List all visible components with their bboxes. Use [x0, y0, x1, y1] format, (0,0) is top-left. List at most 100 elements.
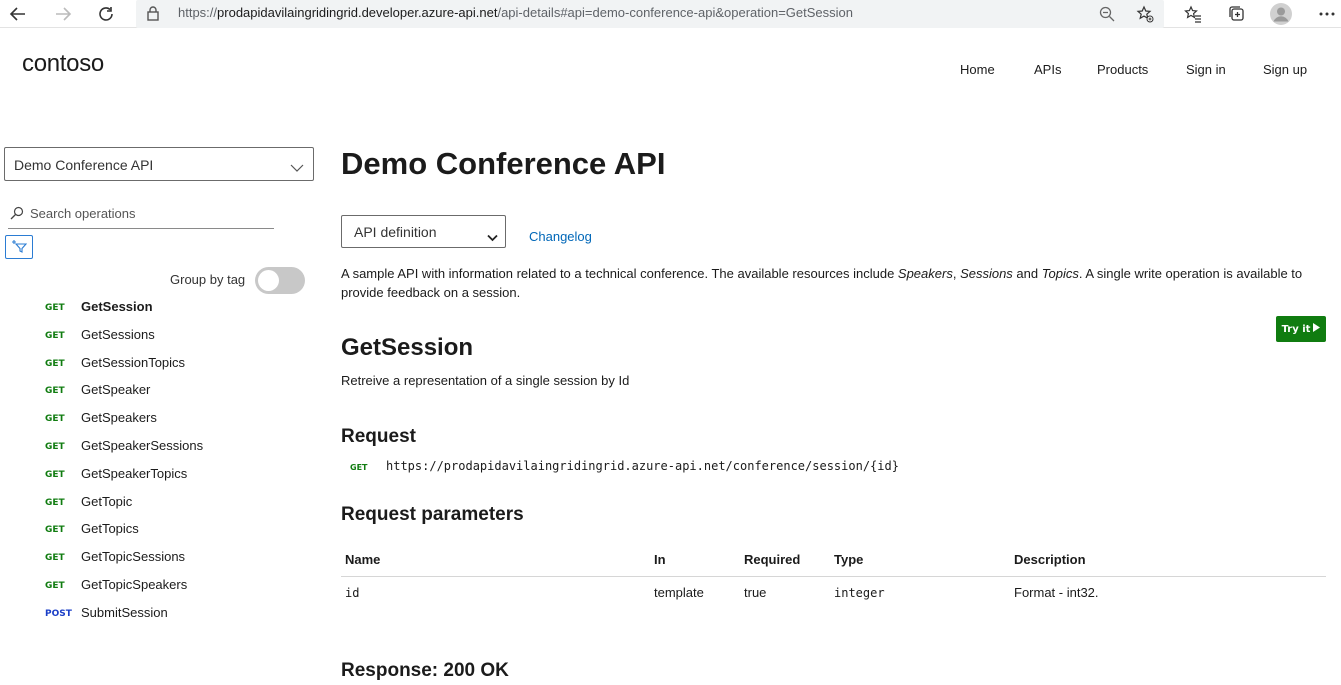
zoom-icon[interactable] [1094, 2, 1120, 26]
add-tag-filter-button[interactable] [5, 235, 33, 259]
changelog-link[interactable]: Changelog [529, 229, 592, 244]
operation-item[interactable]: GET GetSpeakers [0, 404, 320, 432]
operation-item[interactable]: GET GetTopics [0, 515, 320, 543]
request-method-badge: GET [350, 463, 368, 472]
operation-method-badge: GET [45, 330, 65, 341]
operation-method-badge: GET [45, 442, 65, 452]
operation-item[interactable]: POST SubmitSession [0, 599, 320, 627]
lock-icon[interactable] [146, 5, 160, 25]
table-divider [341, 576, 1326, 577]
refresh-icon[interactable] [93, 2, 119, 26]
desc-sep: and [1012, 266, 1042, 281]
search-input[interactable] [30, 203, 270, 223]
desc-text: A sample API with information related to… [341, 266, 898, 281]
response-heading: Response: 200 OK [341, 660, 509, 681]
search-operations [8, 200, 274, 229]
operation-method-badge: GET [45, 525, 65, 536]
nav-home[interactable]: Home [960, 62, 995, 77]
nav-apis[interactable]: APIs [1034, 62, 1061, 77]
chevron-down-icon [487, 227, 498, 246]
more-menu-icon[interactable] [1314, 2, 1340, 26]
operation-item[interactable]: GET GetSessionTopics [0, 349, 320, 377]
address-bar[interactable]: https://prodapidavilaingridingrid.develo… [136, 0, 1164, 28]
operation-item[interactable]: GET GetSpeaker [0, 376, 320, 404]
collections-icon[interactable] [1224, 2, 1250, 26]
nav-sign-up[interactable]: Sign up [1263, 62, 1307, 77]
operation-method-badge: POST [45, 608, 72, 619]
try-it-label: Try it [1281, 323, 1311, 335]
operation-item[interactable]: GET GetSpeakerTopics [0, 460, 320, 488]
url-scheme: https:// [178, 5, 218, 20]
page-title: Demo Conference API [341, 146, 666, 181]
operation-item[interactable]: GET GetTopicSpeakers [0, 571, 320, 599]
group-by-tag-toggle[interactable] [255, 267, 305, 294]
browser-toolbar: https://prodapidavilaingridingrid.develo… [0, 0, 1341, 28]
operation-method-badge: GET [45, 358, 65, 369]
nav-sign-in[interactable]: Sign in [1186, 62, 1226, 77]
site-logo[interactable]: contoso [22, 50, 104, 78]
url-host: prodapidavilaingridingrid.developer.azur… [217, 5, 498, 20]
table-header-description: Description [1014, 552, 1086, 567]
request-heading: Request [341, 426, 416, 447]
param-type: integer [834, 586, 885, 600]
operation-item[interactable]: GET GetSession [0, 293, 320, 321]
play-icon [1313, 323, 1321, 335]
toggle-knob [258, 270, 279, 291]
chevron-down-icon [290, 158, 304, 177]
operation-name: GetSpeaker [81, 382, 151, 398]
forward-icon[interactable] [50, 2, 76, 26]
operation-name: GetSpeakerTopics [81, 465, 188, 481]
param-name: id [345, 586, 360, 600]
operation-name: GetTopicSessions [81, 549, 186, 565]
request-url: https://prodapidavilaingridingrid.azure-… [386, 459, 899, 473]
operation-method-badge: GET [45, 469, 65, 480]
operation-name: GetSessionTopics [81, 354, 186, 370]
desc-sep: , [952, 266, 961, 281]
operation-name: GetSession [81, 299, 153, 314]
operation-description: Retreive a representation of a single se… [341, 373, 630, 388]
url-text[interactable]: https://prodapidavilaingridingrid.develo… [178, 5, 853, 20]
operation-method-badge: GET [45, 414, 65, 425]
param-description: Format - int32. [1014, 585, 1099, 600]
profile-avatar-icon[interactable] [1268, 2, 1294, 26]
nav-products[interactable]: Products [1097, 62, 1148, 77]
operation-method-badge: GET [45, 581, 65, 591]
operation-method-badge: GET [45, 386, 65, 397]
request-parameters-heading: Request parameters [341, 504, 524, 525]
table-header-name: Name [345, 552, 381, 567]
table-header-required: Required [744, 552, 801, 567]
operation-name: GetTopicSpeakers [81, 577, 188, 592]
table-header-type: Type [834, 552, 864, 567]
operation-name: GetTopic [81, 493, 133, 509]
api-definition-value: API definition [354, 224, 437, 240]
operation-method-badge: GET [45, 303, 65, 313]
operation-item[interactable]: GET GetSpeakerSessions [0, 432, 320, 460]
try-it-button[interactable]: Try it [1276, 316, 1326, 342]
table-header-in: In [654, 552, 666, 567]
operation-name: GetSpeakers [81, 410, 157, 426]
api-definition-select[interactable]: API definition [341, 215, 506, 248]
api-selector[interactable]: Demo Conference API [4, 147, 314, 181]
operation-name: GetSpeakerSessions [81, 438, 204, 453]
operation-item[interactable]: GET GetSessions [0, 321, 320, 349]
filter-icon [11, 238, 28, 257]
desc-sessions: Sessions [960, 266, 1013, 281]
operation-title: GetSession [341, 334, 474, 361]
add-favorite-icon[interactable] [1132, 2, 1158, 26]
group-by-tag-label: Group by tag [170, 272, 246, 287]
operation-name: GetTopics [81, 521, 139, 537]
operation-item[interactable]: GET GetTopic [0, 488, 320, 516]
api-selector-value: Demo Conference API [14, 157, 154, 173]
operation-item[interactable]: GET GetTopicSessions [0, 543, 320, 571]
param-required: true [744, 585, 767, 600]
search-icon [10, 205, 24, 224]
url-path: /api-details#api=demo-conference-api&ope… [497, 5, 854, 20]
back-icon[interactable] [5, 2, 31, 26]
operation-name: GetSessions [81, 326, 155, 342]
operation-method-badge: GET [45, 497, 65, 508]
favorites-icon[interactable] [1180, 2, 1206, 26]
operation-method-badge: GET [45, 553, 65, 564]
desc-topics: Topics [1041, 266, 1079, 281]
api-description: A sample API with information related to… [341, 265, 1326, 302]
param-in: template [654, 585, 704, 600]
